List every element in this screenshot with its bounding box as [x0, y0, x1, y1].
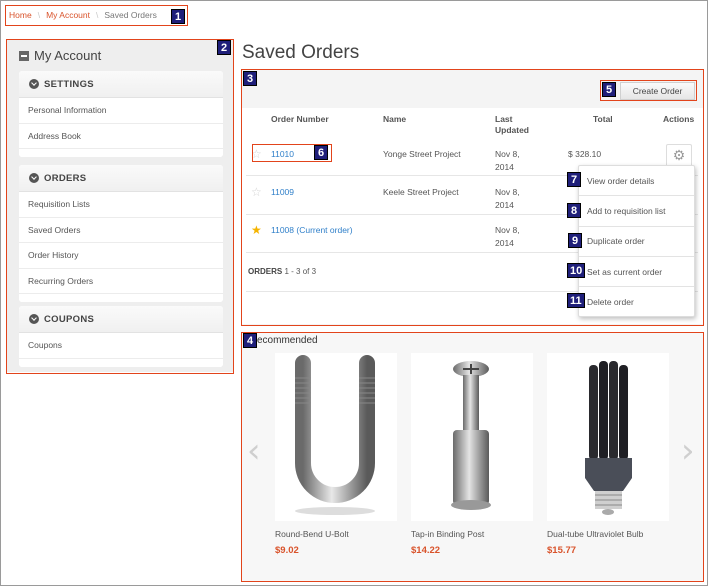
callout-badge: 7 — [567, 172, 581, 187]
callout-badge: 10 — [567, 263, 586, 278]
callout-highlight — [6, 39, 234, 374]
callout-badge: 5 — [602, 82, 616, 97]
callout-badge: 4 — [243, 333, 257, 348]
callout-badge: 8 — [567, 203, 581, 218]
callout-highlight — [5, 5, 188, 26]
callout-badge: 2 — [217, 40, 231, 55]
callout-badge: 6 — [314, 145, 328, 160]
callout-badge: 1 — [171, 9, 185, 24]
callout-highlight — [241, 332, 704, 582]
callout-badge: 11 — [567, 293, 585, 308]
callout-badge: 3 — [243, 71, 257, 86]
page-title: Saved Orders — [242, 42, 360, 63]
callout-badge: 9 — [568, 233, 582, 248]
callout-highlight — [241, 69, 704, 326]
